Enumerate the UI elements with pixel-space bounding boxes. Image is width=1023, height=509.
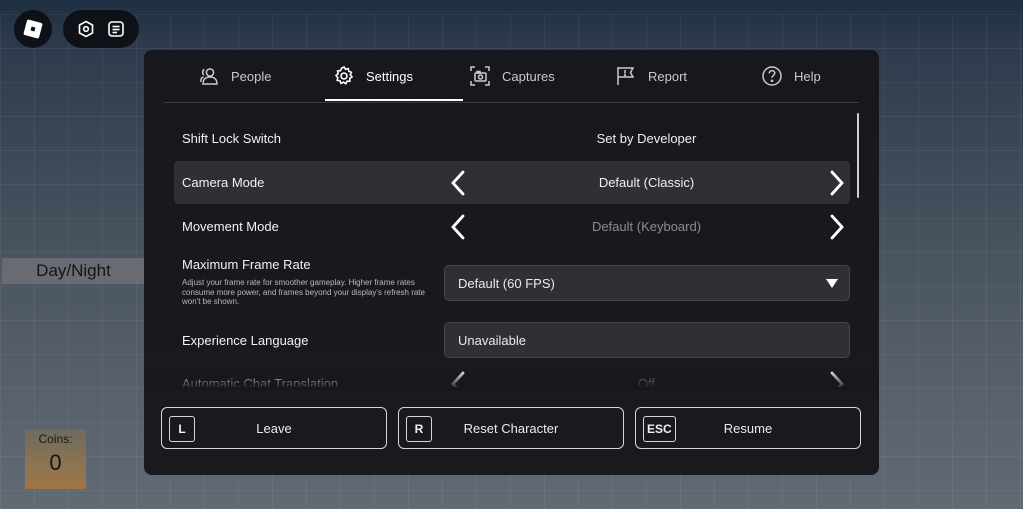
- resume-button[interactable]: ESC Resume: [635, 407, 861, 449]
- roblox-logo-icon: [23, 19, 43, 39]
- experience-language-field[interactable]: Unavailable: [444, 322, 850, 358]
- tab-label: People: [231, 68, 272, 84]
- chat-icon[interactable]: [101, 20, 131, 38]
- keybind-badge: R: [406, 416, 432, 442]
- setting-experience-language: Experience Language Unavailable: [174, 319, 850, 362]
- setting-label: Experience Language: [182, 333, 309, 348]
- frame-rate-dropdown[interactable]: Default (60 FPS): [444, 265, 850, 301]
- keybind-badge: ESC: [643, 416, 676, 442]
- gear-icon: [334, 65, 354, 85]
- setting-label: Movement Mode: [182, 219, 279, 234]
- tab-report[interactable]: Report: [615, 50, 687, 102]
- reset-character-button[interactable]: R Reset Character: [398, 407, 624, 449]
- tab-bar: People Settings Captures Report Help: [164, 50, 859, 103]
- button-label: Resume: [723, 420, 773, 436]
- tab-captures[interactable]: Captures: [469, 50, 555, 102]
- chevron-right-icon[interactable]: [823, 213, 849, 241]
- settings-menu: People Settings Captures Report Help Shi…: [144, 50, 879, 475]
- tab-label: Help: [794, 68, 821, 84]
- field-value: Unavailable: [458, 332, 526, 348]
- settings-list: Shift Lock Switch Set by Developer Camer…: [144, 112, 879, 387]
- setting-description: Adjust your frame rate for smoother game…: [182, 278, 425, 306]
- coins-label: Coins:: [38, 432, 73, 446]
- coins-counter: Coins: 0: [25, 429, 86, 489]
- setting-camera-mode: Camera Mode Default (Classic): [174, 161, 850, 204]
- list-fade: [144, 368, 879, 390]
- keybind-badge: L: [169, 416, 195, 442]
- setting-shift-lock: Shift Lock Switch Set by Developer: [174, 117, 850, 160]
- button-label: Leave: [256, 420, 292, 436]
- setting-value: Default (Classic): [598, 175, 695, 190]
- camera-icon: [470, 66, 490, 86]
- setting-label: Camera Mode: [182, 175, 265, 190]
- active-tab-indicator: [325, 99, 463, 101]
- leave-button[interactable]: L Leave: [161, 407, 387, 449]
- tab-help[interactable]: Help: [761, 50, 821, 102]
- setting-label: Shift Lock Switch: [182, 131, 281, 146]
- tab-label: Settings: [366, 68, 413, 84]
- setting-value: Default (Keyboard): [591, 219, 702, 234]
- tab-people[interactable]: People: [198, 50, 271, 102]
- setting-label: Maximum Frame Rate: [182, 257, 311, 272]
- setting-value: Set by Developer: [596, 131, 697, 146]
- settings-scrollbar[interactable]: [857, 113, 859, 198]
- help-icon: [762, 66, 782, 86]
- chevron-right-icon[interactable]: [823, 169, 849, 197]
- flag-icon: [617, 67, 635, 85]
- button-label: Reset Character: [463, 420, 559, 436]
- coins-value: 0: [49, 450, 62, 475]
- tab-settings[interactable]: Settings: [333, 50, 413, 102]
- tab-label: Captures: [502, 68, 555, 84]
- dropdown-value: Default (60 FPS): [458, 275, 555, 291]
- caret-down-icon: [826, 279, 838, 288]
- hud-toolbar: [63, 10, 139, 48]
- people-icon: [200, 68, 218, 85]
- setting-max-frame-rate: Maximum Frame Rate Adjust your frame rat…: [174, 252, 850, 314]
- tab-label: Report: [648, 68, 688, 84]
- roblox-menu-button[interactable]: [14, 10, 52, 48]
- day-night-label: Day/Night: [2, 258, 145, 284]
- capture-icon[interactable]: [71, 20, 101, 38]
- setting-movement-mode: Movement Mode Default (Keyboard): [174, 205, 850, 248]
